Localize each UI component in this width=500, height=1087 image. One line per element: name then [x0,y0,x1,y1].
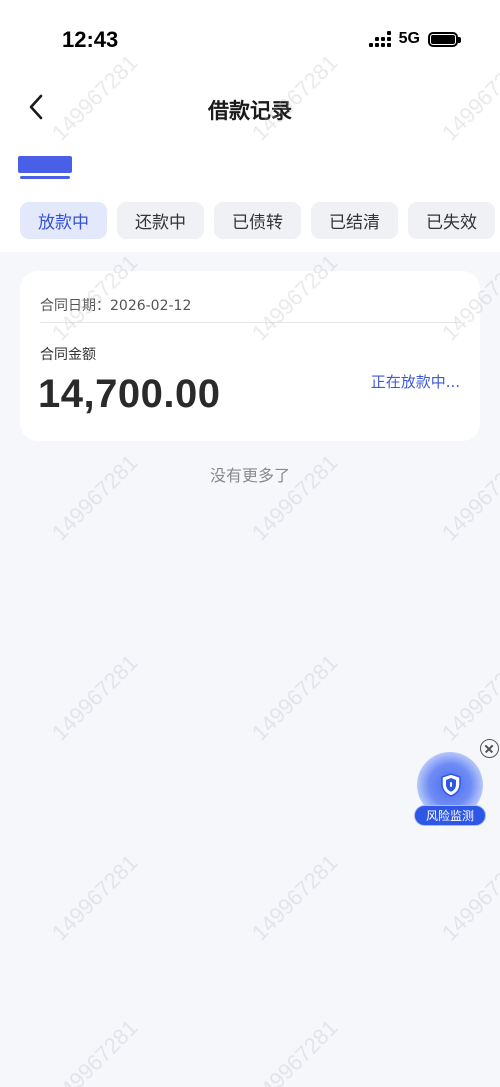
contract-date-value: 2026-02-12 [110,298,192,314]
watermark: 149967281 [46,849,143,946]
watermark: 149967281 [246,649,343,746]
page-title: 借款记录 [208,99,292,123]
watermark: 149967281 [436,849,500,946]
contract-date-label: 合同日期： [40,298,110,314]
watermark: 149967281 [246,1014,343,1087]
tab-debt-transferred[interactable]: 已债转 [214,202,301,239]
contract-amount-label: 合同金额 [40,347,96,363]
watermark: 149967281 [436,649,500,746]
tab-settled[interactable]: 已结清 [311,202,398,239]
tab-expired[interactable]: 已失效 [408,202,495,239]
tab-disbursing[interactable]: 放款中 [20,202,107,239]
watermark: 149967281 [46,1014,143,1087]
battery-icon [428,31,461,47]
network-type: 5G [398,30,420,47]
loan-record-card[interactable]: 合同日期：2026-02-12 合同金额 14,700.00 正在放款中... [20,271,480,441]
risk-monitor-widget[interactable]: 风险监测 [414,750,488,828]
redacted-label [18,156,72,180]
status-time: 12:43 [62,27,119,52]
tab-repaying[interactable]: 还款中 [117,202,204,239]
watermark: 149967281 [46,649,143,746]
watermark: 149967281 [246,849,343,946]
risk-monitor-label: 风险监测 [414,805,486,826]
shield-icon [441,773,461,797]
contract-amount-value: 14,700.00 [38,372,221,416]
status-indicators: 5G [368,30,461,48]
list-end-text: 没有更多了 [209,466,290,485]
disbursing-status[interactable]: 正在放款中... [371,371,460,392]
signal-icon [368,31,391,47]
tab-bar: 放款中 还款中 已债转 已结清 已失效 [0,200,500,244]
contract-date: 合同日期：2026-02-12 [40,295,191,315]
card-divider [40,322,460,323]
